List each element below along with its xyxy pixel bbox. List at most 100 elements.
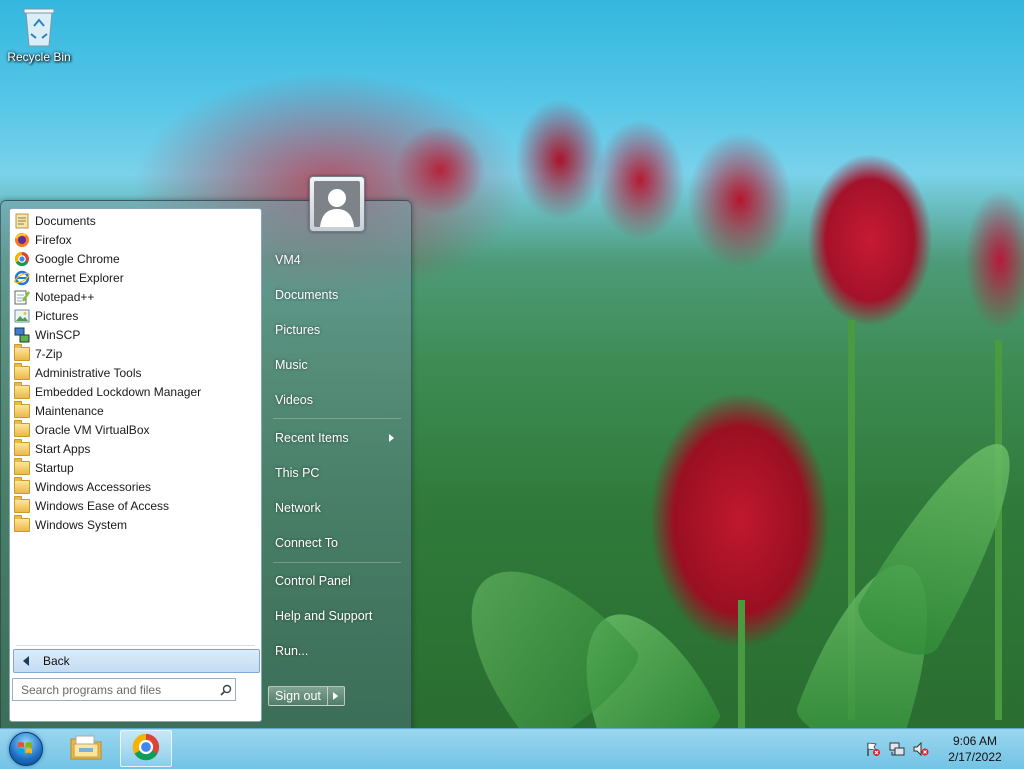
program-item-label: Internet Explorer	[35, 270, 124, 285]
program-item-label: Startup	[35, 460, 74, 475]
program-item-label: Maintenance	[35, 403, 104, 418]
right-item-pictures[interactable]: Pictures	[266, 317, 404, 343]
program-item-firefox[interactable]: Firefox	[10, 230, 261, 249]
action-center-flag-icon[interactable]	[864, 740, 882, 758]
program-item-label: Oracle VM VirtualBox	[35, 422, 150, 437]
recycle-bin-label: Recycle Bin	[7, 50, 71, 64]
right-item-recent-items[interactable]: Recent Items	[266, 425, 404, 451]
back-button-label: Back	[43, 654, 70, 668]
program-item-label: Embedded Lockdown Manager	[35, 384, 202, 399]
recent-items-label: Recent Items	[275, 431, 349, 445]
clock-date: 2/17/2022	[948, 750, 1002, 764]
taskbar-file-explorer[interactable]	[60, 730, 112, 767]
right-item-videos[interactable]: Videos	[266, 387, 404, 413]
chevron-right-icon	[333, 692, 339, 700]
folder-icon	[14, 476, 30, 495]
right-pane-divider	[273, 418, 401, 419]
chrome-icon	[131, 732, 161, 765]
right-item-help-and-support[interactable]: Help and Support	[266, 603, 404, 629]
program-item-internet-explorer[interactable]: Internet Explorer	[10, 268, 261, 287]
winscp-icon	[14, 327, 30, 343]
folder-icon	[14, 400, 30, 419]
right-pane-divider	[273, 562, 401, 563]
program-item-documents[interactable]: Documents	[10, 211, 261, 230]
right-item-music[interactable]: Music	[266, 352, 404, 378]
program-folder-7-zip[interactable]: 7-Zip	[10, 343, 261, 363]
back-button[interactable]: Back	[13, 649, 260, 673]
program-folder-windows-ease-of-access[interactable]: Windows Ease of Access	[10, 495, 261, 515]
folder-icon	[14, 419, 30, 438]
taskbar-clock[interactable]: 9:06 AM 2/17/2022	[936, 733, 1014, 765]
program-item-label: WinSCP	[35, 327, 81, 342]
sign-out-control: Sign out	[268, 686, 345, 706]
program-item-label: Windows System	[35, 517, 128, 532]
start-menu-programs-pane: Documents Firefox Google Chrome Internet…	[9, 208, 262, 722]
program-item-label: Firefox	[35, 232, 72, 247]
program-item-label: Documents	[35, 213, 96, 228]
program-item-google-chrome[interactable]: Google Chrome	[10, 249, 261, 268]
right-item-documents[interactable]: Documents	[266, 282, 404, 308]
windows-logo-icon	[9, 732, 43, 766]
shutdown-options-button[interactable]	[327, 686, 345, 706]
start-menu-places-pane: VM4 Documents Pictures Music Videos Rece…	[263, 201, 409, 729]
file-explorer-icon	[70, 734, 102, 763]
program-item-label: Notepad++	[35, 289, 95, 304]
program-folder-start-apps[interactable]: Start Apps	[10, 438, 261, 458]
program-item-label: Windows Accessories	[35, 479, 152, 494]
notepad-plus-plus-icon	[14, 289, 30, 305]
taskbar-google-chrome[interactable]	[120, 730, 172, 767]
program-folder-windows-system[interactable]: Windows System	[10, 514, 261, 534]
program-item-label: Google Chrome	[35, 251, 120, 266]
wallpaper-stem	[995, 340, 1002, 720]
program-item-notepad-plus-plus[interactable]: Notepad++	[10, 287, 261, 306]
right-item-connect-to[interactable]: Connect To	[266, 530, 404, 556]
program-item-label: Start Apps	[35, 441, 91, 456]
back-arrow-icon	[23, 656, 29, 666]
wallpaper-stem	[738, 600, 745, 728]
right-item-run[interactable]: Run...	[266, 638, 404, 664]
right-item-this-pc[interactable]: This PC	[266, 460, 404, 486]
program-item-winscp[interactable]: WinSCP	[10, 325, 261, 344]
system-tray: 9:06 AM 2/17/2022	[864, 729, 1024, 769]
folder-icon	[14, 457, 30, 476]
chrome-icon	[14, 251, 30, 267]
program-folder-maintenance[interactable]: Maintenance	[10, 400, 261, 420]
documents-icon	[14, 213, 30, 229]
program-list: Documents Firefox Google Chrome Internet…	[10, 211, 261, 534]
start-menu: Documents Firefox Google Chrome Internet…	[0, 176, 412, 730]
search-icon[interactable]	[217, 684, 235, 696]
right-item-control-panel[interactable]: Control Panel	[266, 568, 404, 594]
folder-icon	[14, 381, 30, 400]
folder-icon	[14, 362, 30, 381]
program-item-pictures[interactable]: Pictures	[10, 306, 261, 325]
program-folder-windows-accessories[interactable]: Windows Accessories	[10, 476, 261, 496]
recycle-bin-desktop-icon[interactable]: Recycle Bin	[6, 6, 72, 64]
firefox-icon	[14, 232, 30, 248]
recycle-bin-icon	[22, 6, 56, 48]
chevron-right-icon	[389, 434, 394, 442]
right-item-network[interactable]: Network	[266, 495, 404, 521]
folder-icon	[14, 438, 30, 457]
program-folder-startup[interactable]: Startup	[10, 457, 261, 477]
start-button[interactable]	[6, 731, 46, 767]
volume-muted-icon[interactable]	[912, 740, 930, 758]
network-icon[interactable]	[888, 740, 906, 758]
folder-icon	[14, 514, 30, 533]
program-folder-oracle-vm-virtualbox[interactable]: Oracle VM VirtualBox	[10, 419, 261, 439]
right-item-user[interactable]: VM4	[266, 247, 404, 273]
pictures-icon	[14, 308, 30, 324]
program-list-divider	[16, 645, 255, 646]
program-item-label: Administrative Tools	[35, 365, 142, 380]
program-item-label: 7-Zip	[35, 346, 63, 361]
sign-out-button[interactable]: Sign out	[268, 686, 328, 706]
program-item-label: Pictures	[35, 308, 79, 323]
folder-icon	[14, 343, 30, 362]
program-item-label: Windows Ease of Access	[35, 498, 170, 513]
search-input[interactable]	[13, 681, 217, 698]
folder-icon	[14, 495, 30, 514]
program-folder-embedded-lockdown-manager[interactable]: Embedded Lockdown Manager	[10, 381, 261, 401]
clock-time: 9:06 AM	[952, 734, 998, 748]
internet-explorer-icon	[14, 270, 30, 286]
program-folder-administrative-tools[interactable]: Administrative Tools	[10, 362, 261, 382]
taskbar: 9:06 AM 2/17/2022	[0, 728, 1024, 769]
